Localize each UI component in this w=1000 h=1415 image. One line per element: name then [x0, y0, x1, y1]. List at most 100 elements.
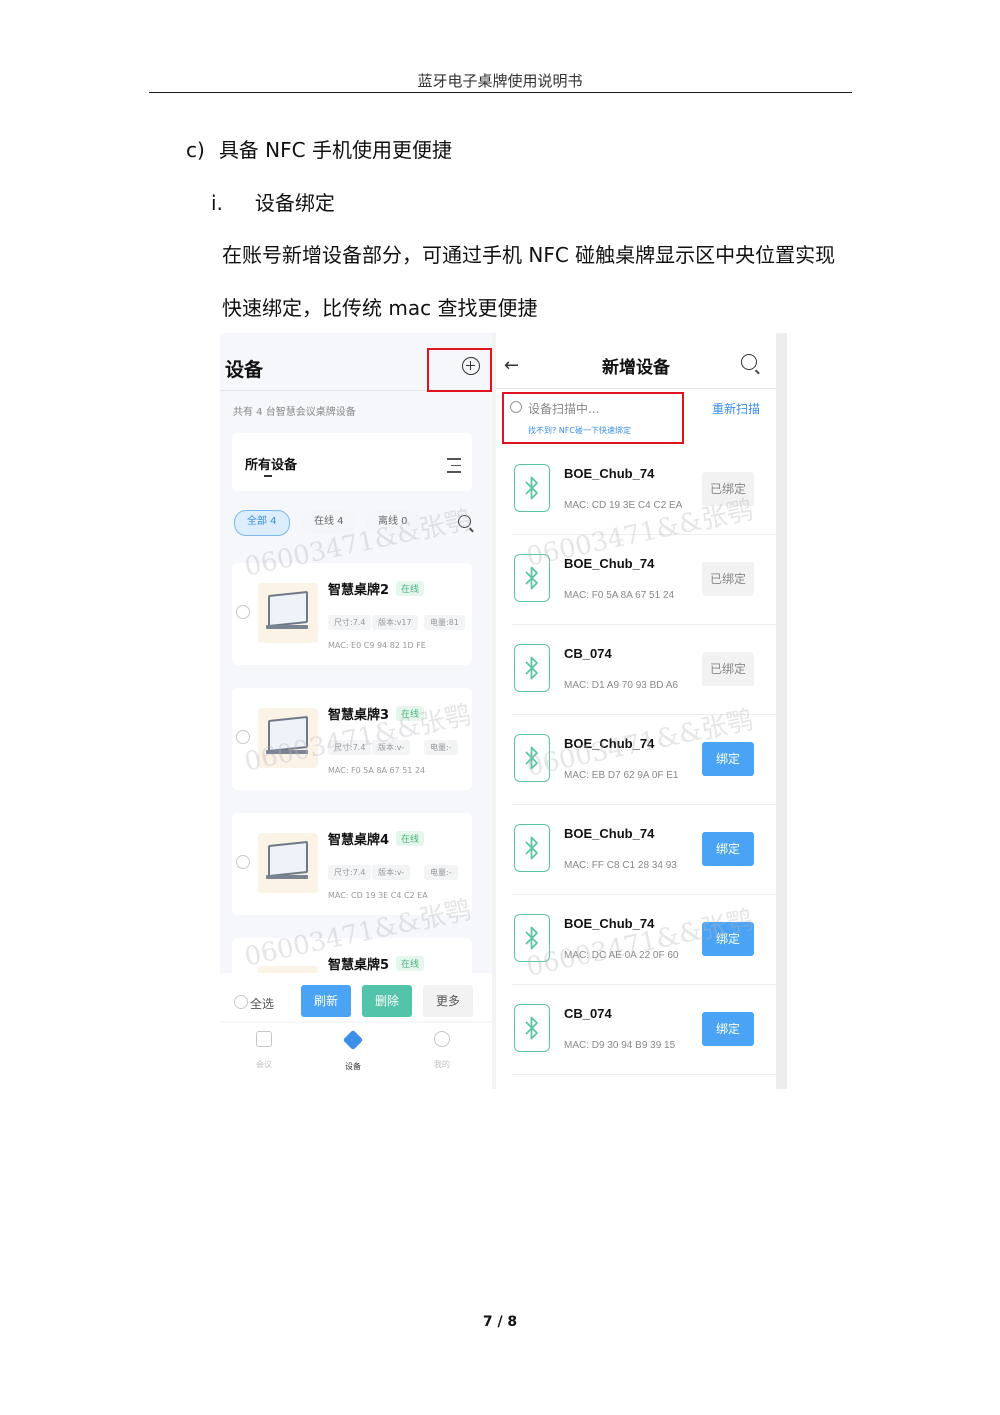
scanned-device-row: BOE_Chub_74 MAC: CD 19 3E C4 C2 EA 已绑定 [512, 444, 776, 535]
device-card[interactable]: 智慧桌牌4 在线 尺寸:7.4 版本:v- 电量:- MAC: CD 19 3E… [232, 813, 472, 915]
device-mac: MAC: D1 A9 70 93 BD A6 [564, 680, 678, 691]
bind-button[interactable]: 绑定 [702, 742, 754, 776]
device-card[interactable]: 智慧桌牌5 在线 [232, 938, 472, 978]
bound-button: 已绑定 [702, 472, 754, 506]
menu-icon[interactable] [447, 458, 461, 478]
bluetooth-icon [514, 1004, 550, 1052]
bottom-tab-bar: 会议 设备 我的 [220, 1023, 492, 1089]
device-name: BOE_Chub_74 [564, 736, 655, 751]
devices-icon [342, 1029, 364, 1051]
all-devices-card: 所有设备 [232, 433, 472, 491]
section-c-marker: c) [186, 138, 205, 162]
scanned-device-row: BOE_Chub_74 MAC: FF C8 C1 28 34 93 绑定 [512, 804, 776, 895]
scanned-device-row: CB_074 MAC: D1 A9 70 93 BD A6 已绑定 [512, 624, 776, 715]
table-sign-image [258, 708, 318, 768]
all-devices-label: 所有设备 [245, 458, 298, 473]
filter-online-tab[interactable]: 在线 4 [302, 510, 356, 534]
chart-icon [256, 1031, 272, 1047]
select-all-label[interactable]: 全选 [250, 995, 274, 1012]
device-card[interactable]: 智慧桌牌2 在线 尺寸:7.4 版本:v17 电量:81 MAC: E0 C9 … [232, 563, 472, 665]
document-header: 蓝牙电子桌牌使用说明书 [417, 72, 583, 90]
device-mac: MAC: F0 5A 8A 67 51 24 [328, 766, 426, 775]
tab-devices[interactable]: 设备 [323, 1029, 383, 1072]
device-version: 版本:v- [372, 740, 411, 755]
filter-offline-tab[interactable]: 离线 0 [366, 510, 420, 534]
search-icon[interactable] [458, 515, 471, 528]
device-battery: 电量:- [424, 865, 458, 880]
device-name: 智慧桌牌5 [328, 958, 390, 973]
refresh-button[interactable]: 刷新 [301, 985, 351, 1017]
device-mac: MAC: DC AE 0A 22 0F 60 [564, 950, 679, 961]
device-size: 尺寸:7.4 [328, 740, 372, 755]
scanned-device-row: CB_074 MAC: D9 30 94 B9 39 15 绑定 [512, 984, 776, 1075]
device-select-radio[interactable] [236, 855, 250, 869]
search-icon[interactable] [741, 354, 757, 370]
device-list-screen: 设备 共有 4 台智慧会议桌牌设备 所有设备 全部 4 在线 4 离线 0 智慧… [220, 333, 492, 1089]
header-rule [149, 92, 852, 93]
device-size: 尺寸:7.4 [328, 865, 372, 880]
paragraph-line-2: 快速绑定，比传统 mac 查找更便捷 [222, 296, 538, 320]
table-sign-image [258, 583, 318, 643]
tab-devices-label: 设备 [345, 1062, 361, 1071]
bind-button[interactable]: 绑定 [702, 1012, 754, 1046]
device-mac: MAC: CD 19 3E C4 C2 EA [564, 500, 683, 511]
bluetooth-icon [514, 734, 550, 782]
section-c-title: 具备 NFC 手机使用更便捷 [218, 138, 452, 162]
bulk-action-bar: 全选 刷新 删除 更多 [220, 973, 492, 1021]
bound-button: 已绑定 [702, 562, 754, 596]
section-c-heading: c) 具备 NFC 手机使用更便捷 [186, 134, 452, 163]
device-card[interactable]: 智慧桌牌3 在线 尺寸:7.4 版本:v- 电量:- MAC: F0 5A 8A… [232, 688, 472, 790]
table-sign-image [258, 833, 318, 893]
section-i-marker: i. [211, 191, 223, 215]
scanned-device-row: BOE_Chub_74 MAC: DC AE 0A 22 0F 60 绑定 [512, 894, 776, 985]
device-screen-title: 设备 [225, 359, 264, 381]
device-mac: MAC: F0 5A 8A 67 51 24 [564, 590, 675, 601]
device-version: 版本:v17 [372, 615, 418, 630]
device-mac: MAC: E0 C9 94 82 1D FE [328, 641, 426, 650]
add-button-highlight [427, 348, 492, 392]
device-mac: MAC: FF C8 C1 28 34 93 [564, 860, 677, 871]
bind-button[interactable]: 绑定 [702, 832, 754, 866]
device-mac: MAC: CD 19 3E C4 C2 EA [328, 891, 428, 900]
screenshot-edge [776, 333, 787, 1089]
all-devices-underline [264, 475, 272, 477]
filter-all-tab[interactable]: 全部 4 [234, 510, 290, 536]
app-screenshot-figure: 设备 共有 4 台智慧会议桌牌设备 所有设备 全部 4 在线 4 离线 0 智慧… [220, 333, 787, 1089]
bind-button[interactable]: 绑定 [702, 922, 754, 956]
device-size: 尺寸:7.4 [328, 615, 372, 630]
select-all-radio[interactable] [234, 995, 248, 1009]
tab-meeting[interactable]: 会议 [234, 1031, 294, 1070]
title-divider [496, 388, 776, 389]
device-select-radio[interactable] [236, 730, 250, 744]
device-name: BOE_Chub_74 [564, 826, 655, 841]
scanned-device-row: BOE_Chub_74 MAC: F0 5A 8A 67 51 24 已绑定 [512, 534, 776, 625]
device-name: 智慧桌牌4 [328, 833, 390, 848]
device-version: 版本:v- [372, 865, 411, 880]
device-count-text: 共有 4 台智慧会议桌牌设备 [233, 407, 356, 418]
bluetooth-icon [514, 554, 550, 602]
profile-icon [434, 1031, 450, 1047]
tab-profile[interactable]: 我的 [412, 1031, 472, 1070]
rescan-link[interactable]: 重新扫描 [712, 400, 760, 417]
section-i-title: 设备绑定 [254, 191, 335, 215]
device-status-badge: 在线 [396, 706, 425, 721]
more-button[interactable]: 更多 [423, 985, 473, 1017]
tab-profile-label: 我的 [434, 1060, 450, 1069]
add-device-title: 新增设备 [602, 358, 670, 378]
device-name: BOE_Chub_74 [564, 466, 655, 481]
device-battery: 电量:- [424, 740, 458, 755]
bluetooth-icon [514, 824, 550, 872]
delete-button[interactable]: 删除 [362, 985, 412, 1017]
scanned-device-row: BOE_Chub_74 MAC: EB D7 62 9A 0F E1 绑定 [512, 714, 776, 805]
device-battery: 电量:81 [424, 615, 465, 630]
paragraph-line-1: 在账号新增设备部分，可通过手机 NFC 碰触桌牌显示区中央位置实现 [222, 243, 836, 267]
device-name: 智慧桌牌2 [328, 583, 390, 598]
device-status-badge: 在线 [396, 831, 425, 846]
nfc-bind-highlight [502, 392, 684, 444]
device-select-radio[interactable] [236, 605, 250, 619]
device-status-badge: 在线 [396, 956, 425, 971]
tab-meeting-label: 会议 [256, 1060, 272, 1069]
device-mac: MAC: EB D7 62 9A 0F E1 [564, 770, 679, 781]
bluetooth-icon [514, 644, 550, 692]
section-i-heading: i. 设备绑定 [211, 187, 335, 216]
